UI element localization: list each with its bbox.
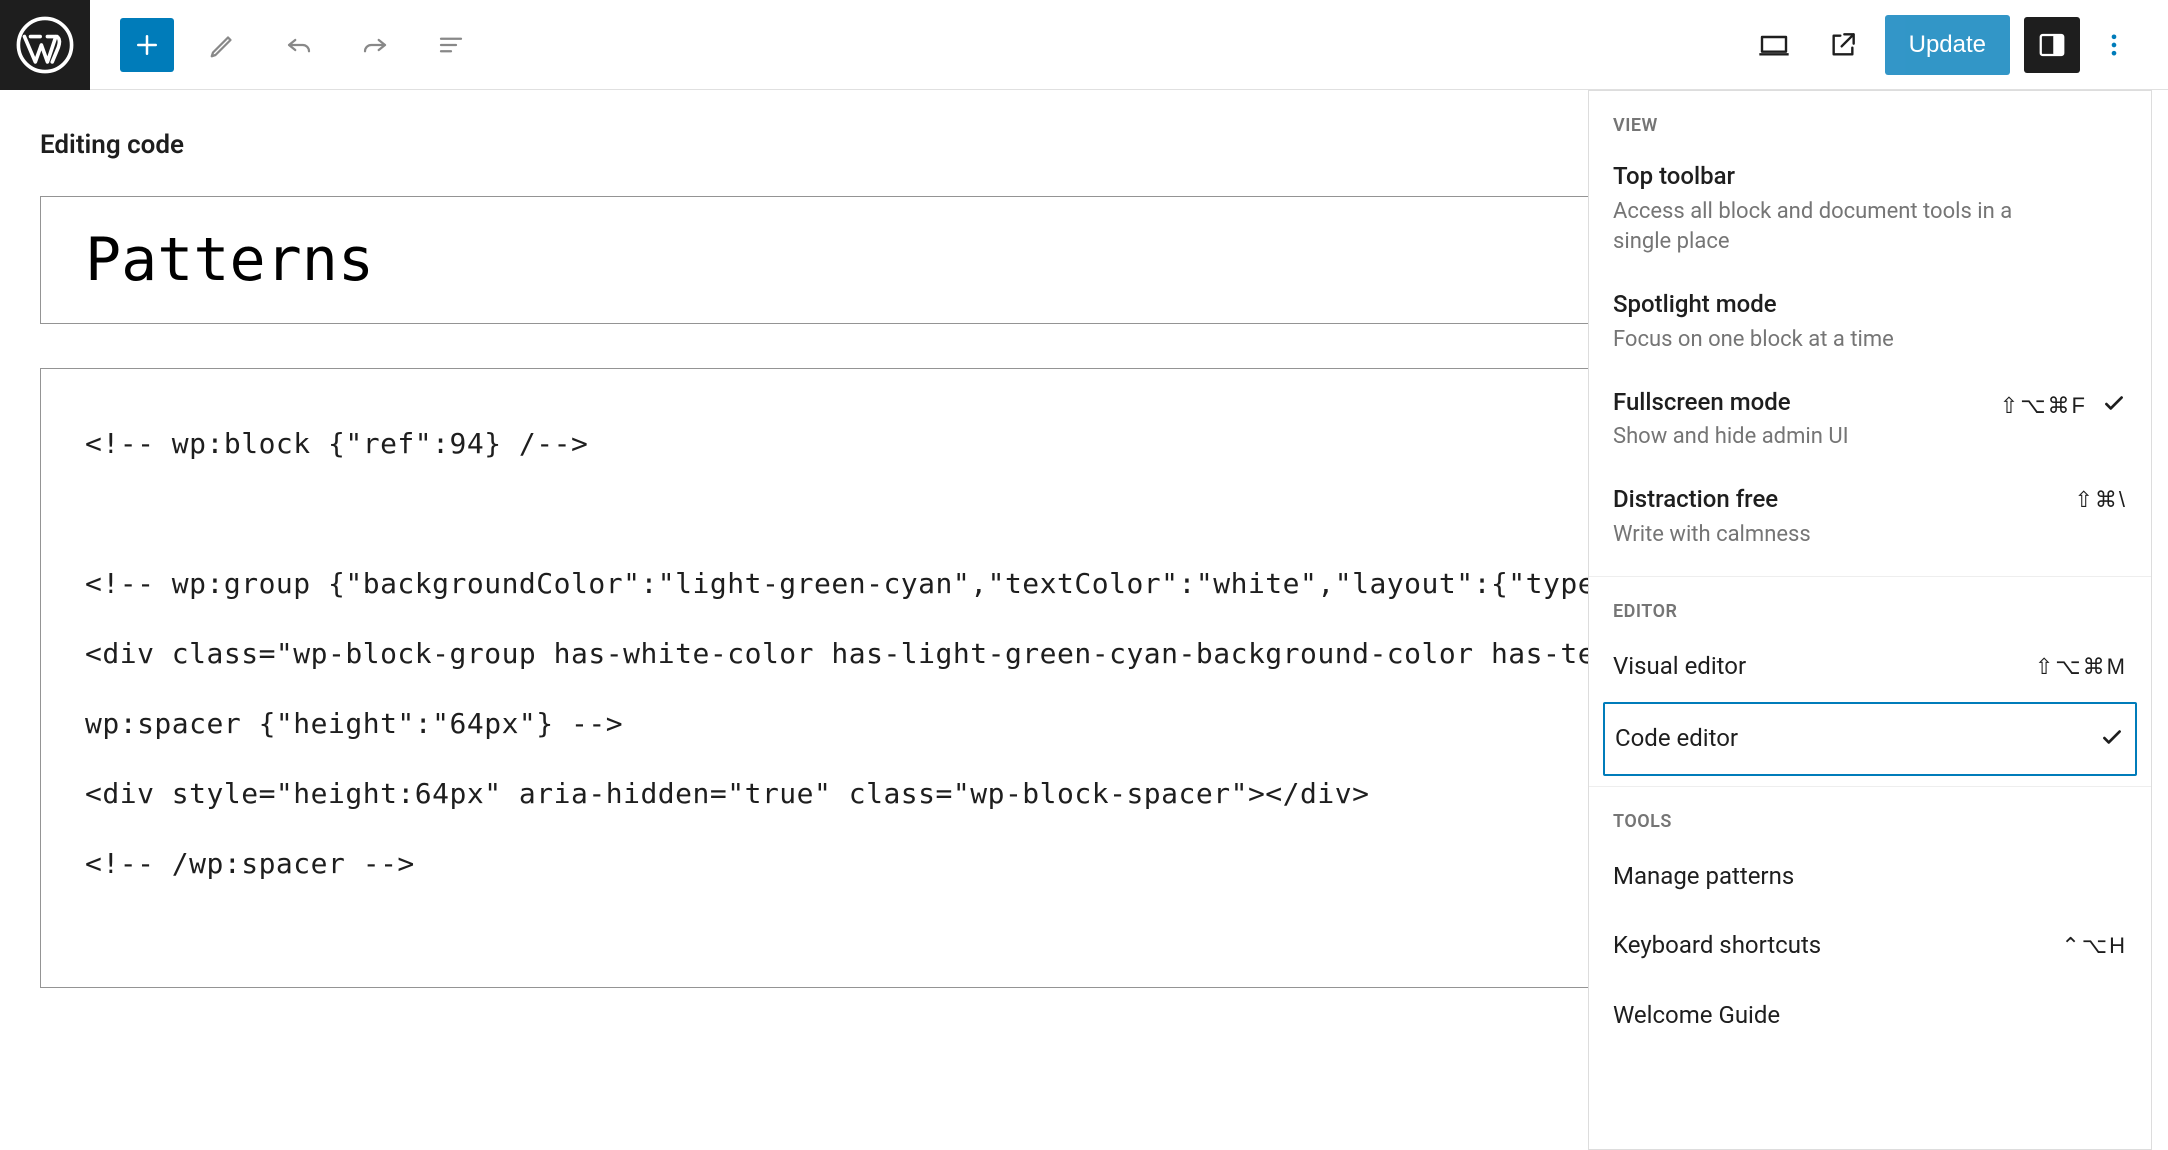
editing-code-label: Editing code xyxy=(40,130,184,160)
more-vertical-icon xyxy=(2100,31,2128,59)
wordpress-logo[interactable] xyxy=(0,0,90,90)
panel-section-editor: EDITOR xyxy=(1589,577,2151,632)
menu-item-shortcut: ⇧⌥⌘F xyxy=(2000,393,2087,419)
settings-sidebar-toggle[interactable] xyxy=(2024,17,2080,73)
view-fullscreen-mode-item[interactable]: Fullscreen mode Show and hide admin UI ⇧… xyxy=(1589,372,2151,469)
edit-mode-button[interactable] xyxy=(196,18,250,72)
editor-visual-item[interactable]: Visual editor ⇧⌥⌘M xyxy=(1589,632,2151,702)
update-button[interactable]: Update xyxy=(1885,15,2010,75)
editor-code-item[interactable]: Code editor xyxy=(1603,702,2137,776)
tools-keyboard-shortcuts-item[interactable]: Keyboard shortcuts ⌃⌥H xyxy=(1589,911,2151,981)
external-link-icon xyxy=(1827,29,1859,61)
editor-toolbar-right: Update xyxy=(1747,15,2168,75)
menu-item-desc: Focus on one block at a time xyxy=(1613,325,2033,356)
editor-toolbar-left xyxy=(90,18,478,72)
menu-item-title: Visual editor xyxy=(1613,650,1746,684)
menu-item-title: Keyboard shortcuts xyxy=(1613,929,1821,963)
list-icon xyxy=(436,30,466,60)
menu-item-title: Welcome Guide xyxy=(1613,999,1780,1033)
check-icon xyxy=(2099,724,2125,754)
view-distraction-free-item[interactable]: Distraction free Write with calmness ⇧⌘\ xyxy=(1589,469,2151,566)
menu-item-shortcut: ⌃⌥H xyxy=(2061,933,2127,959)
sidebar-icon xyxy=(2037,30,2067,60)
menu-item-shortcut: ⇧⌘\ xyxy=(2074,487,2127,513)
document-overview-button[interactable] xyxy=(424,18,478,72)
view-page-button[interactable] xyxy=(1816,17,1871,72)
menu-item-title: Fullscreen mode xyxy=(1613,386,2000,420)
add-block-button[interactable] xyxy=(120,18,174,72)
menu-item-desc: Access all block and document tools in a… xyxy=(1613,197,2033,259)
wordpress-icon xyxy=(16,16,74,74)
menu-item-title: Manage patterns xyxy=(1613,860,1794,894)
view-top-toolbar-item[interactable]: Top toolbar Access all block and documen… xyxy=(1589,146,2151,274)
undo-button[interactable] xyxy=(272,18,326,72)
redo-icon xyxy=(360,30,390,60)
menu-item-desc: Write with calmness xyxy=(1613,520,2033,551)
options-menu-panel: VIEW Top toolbar Access all block and do… xyxy=(1588,90,2152,1150)
menu-item-title: Top toolbar xyxy=(1613,160,2127,194)
view-spotlight-mode-item[interactable]: Spotlight mode Focus on one block at a t… xyxy=(1589,274,2151,371)
redo-button[interactable] xyxy=(348,18,402,72)
panel-section-tools: TOOLS xyxy=(1589,787,2151,842)
panel-section-view: VIEW xyxy=(1589,91,2151,146)
tools-welcome-guide-item[interactable]: Welcome Guide xyxy=(1589,981,2151,1051)
menu-item-title: Distraction free xyxy=(1613,483,2074,517)
device-icon xyxy=(1758,29,1790,61)
menu-item-title: Spotlight mode xyxy=(1613,288,2127,322)
undo-icon xyxy=(284,30,314,60)
plus-icon xyxy=(132,30,162,60)
check-icon xyxy=(2101,390,2127,422)
menu-item-title: Code editor xyxy=(1615,722,1738,756)
tools-manage-patterns-item[interactable]: Manage patterns xyxy=(1589,842,2151,912)
top-toolbar: Update xyxy=(0,0,2168,90)
menu-item-shortcut: ⇧⌥⌘M xyxy=(2035,654,2127,680)
preview-button[interactable] xyxy=(1747,17,1802,72)
pencil-icon xyxy=(208,30,238,60)
options-menu-button[interactable] xyxy=(2094,17,2134,72)
menu-item-desc: Show and hide admin UI xyxy=(1613,422,2000,453)
